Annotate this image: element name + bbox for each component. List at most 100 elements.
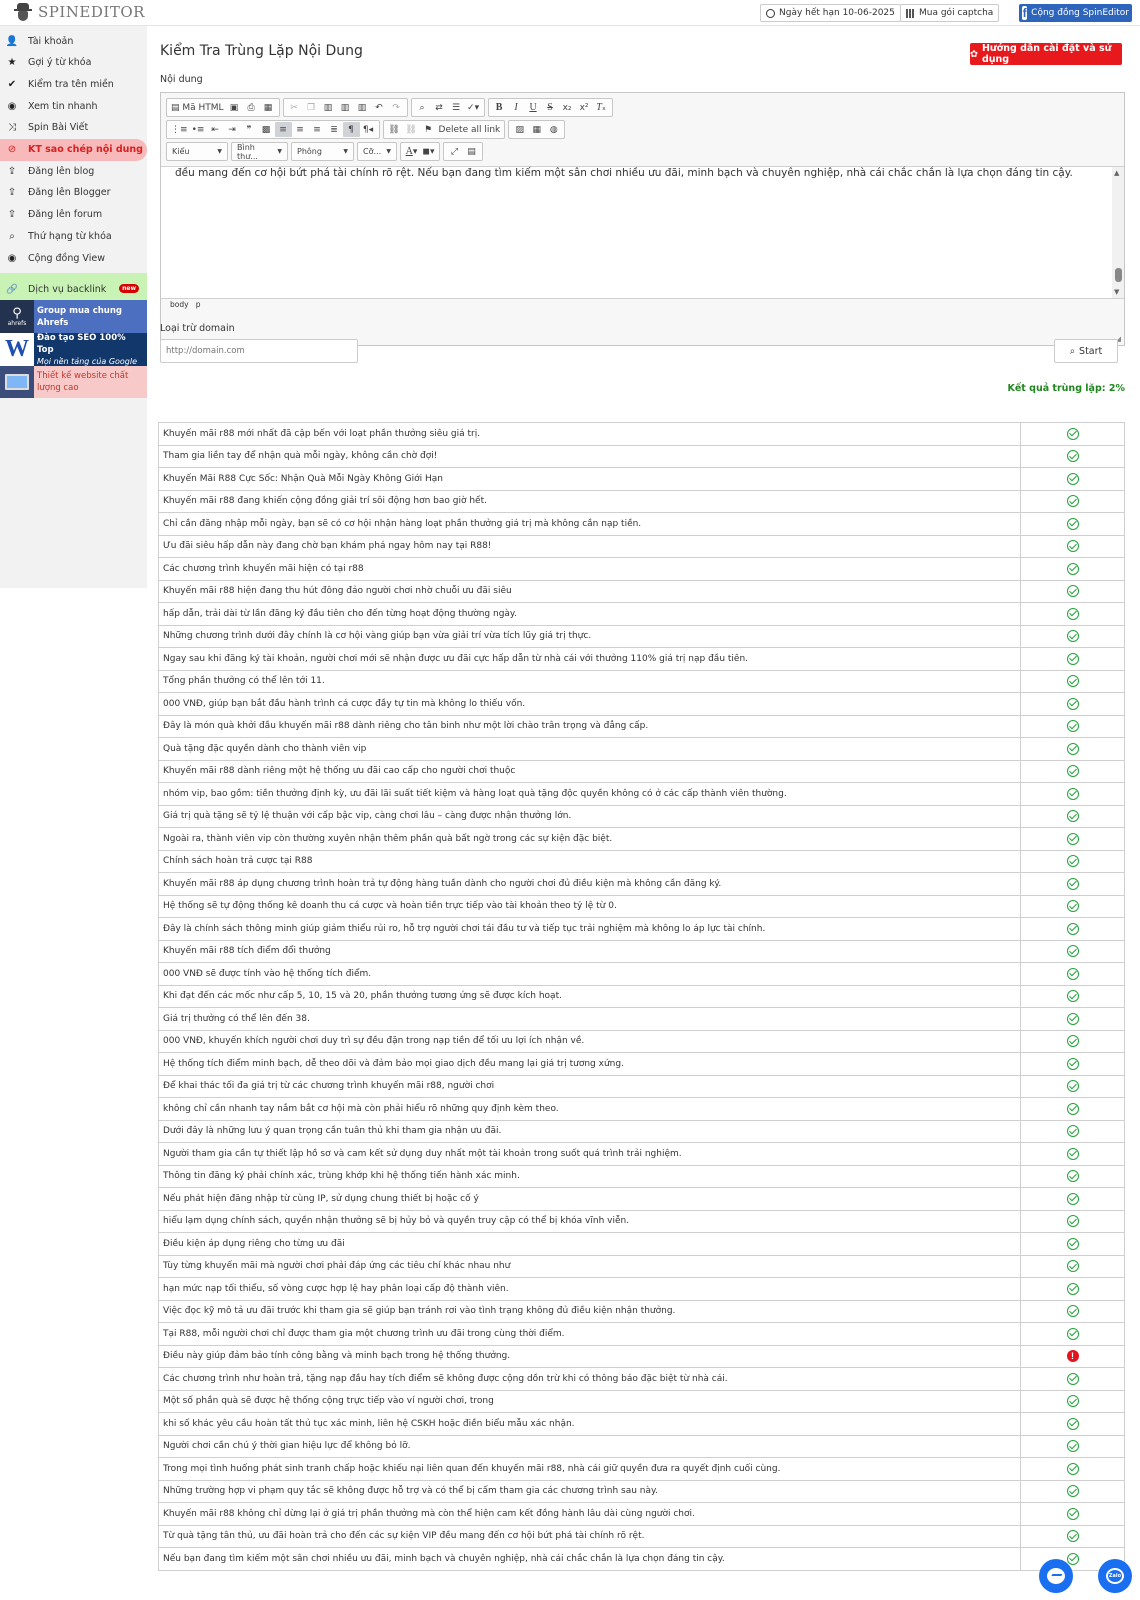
spellcheck-icon[interactable]: ✓▾ [465,100,482,115]
format-dropdown[interactable]: Kiểu ▼ [166,142,228,161]
ad-ahrefs-group[interactable]: ⚲ ahrefs Group mua chung Ahrefs [0,300,147,333]
status-cell [1020,692,1125,716]
status-cell [1020,1389,1125,1413]
community-facebook-button[interactable]: f Cộng đồng SpinEditor [1019,4,1132,22]
sentence-cell: Khuyến mãi r88 mới nhất đã cập bến với l… [158,422,1021,446]
check-circle-icon [1066,855,1079,868]
sidebar-item[interactable]: ⇪ Đăng lên blog [0,160,147,182]
maximize-icon[interactable]: ⤢ [446,144,463,159]
sidebar-item[interactable]: ⇪ Đăng lên Blogger [0,182,147,204]
ad-website-line2: lượng cao [37,383,79,393]
replace-icon[interactable]: ⇄ [431,100,448,115]
upload-icon: ⇪ [7,165,17,177]
outdent-icon[interactable]: ⇤ [207,122,224,137]
scroll-thumb[interactable] [1115,268,1122,282]
copy-icon[interactable]: ❐ [303,100,320,115]
status-cell [1020,782,1125,806]
template-icon[interactable]: ▦ [260,100,277,115]
buy-captcha-button[interactable]: Mua gói captcha [900,4,1000,22]
italic-icon[interactable]: I [508,100,525,115]
zalo-chat-button[interactable]: Zalo [1098,1559,1132,1593]
expiry-date-button[interactable]: Ngày hết hạn 10-06-2025 [760,4,901,22]
status-cell [1020,939,1125,963]
shuffle-icon: ⤨ [8,122,16,134]
status-cell [1020,1524,1125,1548]
text-color-icon[interactable]: A ▾ [403,144,420,159]
print-icon[interactable]: ⎙ [243,100,260,115]
sidebar-item-label: Gợi ý từ khóa [28,57,92,69]
find-icon[interactable]: ⌕ [414,100,431,115]
sidebar-item[interactable]: 👤 Tài khoản [0,30,147,52]
anchor-flag-icon[interactable]: ⚑ [420,122,437,137]
paste-word-icon[interactable]: ▥ [354,100,371,115]
cut-icon[interactable]: ✂ [286,100,303,115]
sidebar-item[interactable]: ◉ Xem tin nhanh [0,95,147,117]
blockquote-icon[interactable]: ❞ [241,122,258,137]
indent-icon[interactable]: ⇥ [224,122,241,137]
start-button[interactable]: ⌕ Start [1054,339,1118,363]
image-icon[interactable]: ▨ [511,122,528,137]
path-p[interactable]: p [196,300,201,309]
sentence-cell: Nếu bạn đang tìm kiếm một sân chơi nhiều… [158,1547,1021,1571]
underline-icon[interactable]: U [525,100,542,115]
strike-icon[interactable]: S [542,100,559,115]
check-circle-icon [1066,1035,1079,1048]
facebook-icon: f [1022,6,1028,20]
editor-scrollbar[interactable]: ▲ ▼ [1112,167,1124,298]
sidebar-item[interactable]: ⇪ Đăng lên forum [0,204,147,226]
superscript-icon[interactable]: x² [576,100,593,115]
help-guide-button[interactable]: ✿ Hướng dẫn cài đặt và sử dụng [970,43,1122,65]
background-color-icon[interactable]: ◼▾ [420,144,437,159]
ad-seo-training[interactable]: W Đào tạo SEO 100% Top Mọi nền tảng của … [0,333,147,366]
numbered-list-icon[interactable]: ⋮≡ [169,122,190,137]
ad-website-design[interactable]: Thiết kế website chất lượng cao [0,366,147,398]
rtl-icon[interactable]: ¶◂ [360,122,377,137]
table-row: 000 VNĐ sẽ được tính vào hệ thống tích đ… [158,962,1125,986]
path-body[interactable]: body [170,300,189,309]
iframe-globe-icon[interactable]: ◍ [545,122,562,137]
paste-icon[interactable]: ▥ [320,100,337,115]
scroll-up-icon[interactable]: ▲ [1114,169,1119,177]
paragraph-style-dropdown[interactable]: Bình thư... ▼ [231,142,288,161]
sidebar-item[interactable]: ⊘ KT sao chép nội dung [0,138,147,161]
align-center-icon[interactable]: ≡ [292,122,309,137]
app-logo[interactable]: SPINEDITOR [14,2,145,22]
sidebar-item[interactable]: ⌕ Thứ hạng từ khóa [0,225,147,247]
upload-icon: ⇪ [7,209,17,221]
undo-icon[interactable]: ↶ [371,100,388,115]
show-blocks-icon[interactable]: ▤ [463,144,480,159]
status-cell [1020,489,1125,513]
paste-text-icon[interactable]: ▥ [337,100,354,115]
messenger-chat-button[interactable] [1039,1559,1073,1593]
source-html-button[interactable]: ▤ Mã HTML [169,100,226,115]
table-row: Chính sách hoàn trả cược tại R88 [158,849,1125,873]
align-right-icon[interactable]: ≡ [309,122,326,137]
link-icon[interactable]: ⛓ [386,122,403,137]
font-dropdown[interactable]: Phông ▼ [291,142,354,161]
subscript-icon[interactable]: x₂ [559,100,576,115]
table-row: Tùy từng khuyến mãi mà người chơi phải đ… [158,1254,1125,1278]
scroll-down-icon[interactable]: ▼ [1114,288,1119,296]
remove-format-icon[interactable]: Tₓ [593,100,610,115]
sidebar-item[interactable]: ★ Gợi ý từ khóa [0,52,147,74]
exclude-domain-input[interactable] [160,339,358,363]
table-row: 000 VNĐ, giúp bạn bắt đầu hành trình cá … [158,692,1125,716]
sidebar-item[interactable]: ⤨ Spin Bài Viết [0,117,147,139]
select-all-icon[interactable]: ☰ [448,100,465,115]
font-size-dropdown[interactable]: Cỡ... ▼ [357,142,397,161]
bold-icon[interactable]: B [491,100,508,115]
editor-text-area[interactable]: đều mang đến cơ hội bứt phá tài chính rõ… [161,166,1124,299]
delete-all-links-button[interactable]: Delete all link [437,122,503,137]
sidebar-item[interactable]: ◉ Cộng đồng View [0,247,147,269]
align-justify-icon[interactable]: ≣ [326,122,343,137]
unlink-icon[interactable]: ⛓ [403,122,420,137]
redo-icon[interactable]: ↷ [388,100,405,115]
bullet-list-icon[interactable]: •≡ [190,122,207,137]
save-icon[interactable]: ▣ [226,100,243,115]
ltr-icon[interactable]: ¶ [342,122,360,137]
align-left-icon[interactable]: ≡ [274,122,292,137]
sidebar-item[interactable]: ✔ Kiểm tra tên miền [0,73,147,95]
table-icon[interactable]: ▦ [528,122,545,137]
check-circle-icon [1066,1080,1079,1093]
div-container-icon[interactable]: ▩ [258,122,275,137]
